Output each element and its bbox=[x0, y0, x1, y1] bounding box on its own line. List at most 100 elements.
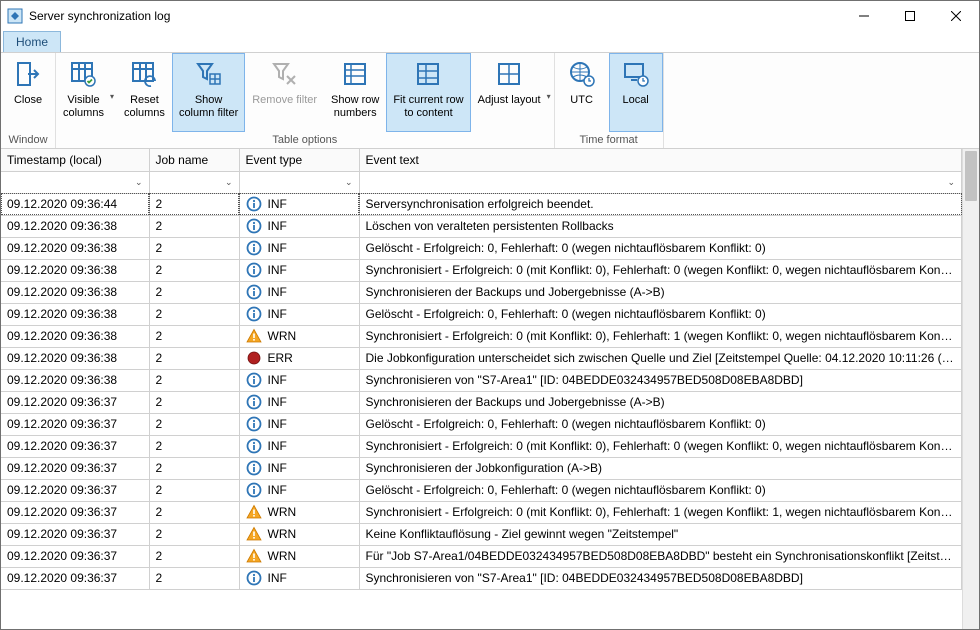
utc-button[interactable]: UTC bbox=[555, 53, 609, 132]
chevron-down-icon: ⌄ bbox=[225, 177, 233, 188]
cell-type: WRN bbox=[239, 545, 359, 567]
table-row[interactable]: 09.12.2020 09:36:372INFSynchronisieren v… bbox=[1, 567, 962, 589]
maximize-button[interactable] bbox=[887, 1, 933, 31]
type-label: WRN bbox=[268, 329, 297, 343]
cell-timestamp: 09.12.2020 09:36:38 bbox=[1, 281, 149, 303]
door-exit-icon bbox=[12, 58, 44, 90]
type-label: WRN bbox=[268, 505, 297, 519]
cell-job: 2 bbox=[149, 259, 239, 281]
grid-check-icon bbox=[67, 58, 99, 90]
type-label: INF bbox=[268, 571, 287, 585]
table-row[interactable]: 09.12.2020 09:36:382INFSynchronisiert - … bbox=[1, 259, 962, 281]
reset-columns-button[interactable]: Reset columns bbox=[117, 53, 172, 132]
cell-job: 2 bbox=[149, 193, 239, 215]
table-row[interactable]: 09.12.2020 09:36:372INFGelöscht - Erfolg… bbox=[1, 413, 962, 435]
cell-timestamp: 09.12.2020 09:36:38 bbox=[1, 259, 149, 281]
cell-type: INF bbox=[239, 479, 359, 501]
visible-columns-button[interactable]: Visible columns bbox=[56, 53, 117, 132]
grid-icon bbox=[493, 58, 525, 90]
table-row[interactable]: 09.12.2020 09:36:372WRNKeine Konfliktauf… bbox=[1, 523, 962, 545]
table-row[interactable]: 09.12.2020 09:36:382INFGelöscht - Erfolg… bbox=[1, 303, 962, 325]
cell-job: 2 bbox=[149, 325, 239, 347]
type-label: ERR bbox=[268, 351, 293, 365]
vertical-scrollbar[interactable] bbox=[962, 149, 979, 629]
inf-icon bbox=[246, 438, 262, 454]
app-icon bbox=[7, 8, 23, 24]
type-label: INF bbox=[268, 285, 287, 299]
cell-job: 2 bbox=[149, 545, 239, 567]
table-row[interactable]: 09.12.2020 09:36:442INFServersynchronisa… bbox=[1, 193, 962, 215]
tab-home[interactable]: Home bbox=[3, 31, 61, 52]
table-row[interactable]: 09.12.2020 09:36:372INFSynchronisieren d… bbox=[1, 457, 962, 479]
ribbon-group-window: Close Window bbox=[1, 53, 56, 148]
table-row[interactable]: 09.12.2020 09:36:382INFSynchronisieren v… bbox=[1, 369, 962, 391]
cell-type: INF bbox=[239, 435, 359, 457]
adjust-layout-button[interactable]: Adjust layout bbox=[471, 53, 554, 132]
inf-icon bbox=[246, 460, 262, 476]
header-type[interactable]: Event type bbox=[239, 149, 359, 171]
log-table: Timestamp (local) Job name Event type Ev… bbox=[1, 149, 962, 590]
err-icon bbox=[246, 350, 262, 366]
wrn-icon bbox=[246, 526, 262, 542]
titlebar: Server synchronization log bbox=[1, 1, 979, 31]
close-label: Close bbox=[14, 94, 42, 107]
cell-job: 2 bbox=[149, 303, 239, 325]
show-column-filter-button[interactable]: Show column filter bbox=[172, 53, 245, 132]
cell-text: Synchronisieren der Jobkonfiguration (A-… bbox=[359, 457, 962, 479]
cell-timestamp: 09.12.2020 09:36:37 bbox=[1, 523, 149, 545]
fit-row-content-button[interactable]: Fit current row to content bbox=[386, 53, 470, 132]
table-row[interactable]: 09.12.2020 09:36:372WRNFür "Job S7-Area1… bbox=[1, 545, 962, 567]
minimize-button[interactable] bbox=[841, 1, 887, 31]
inf-icon bbox=[246, 262, 262, 278]
cell-job: 2 bbox=[149, 457, 239, 479]
header-timestamp[interactable]: Timestamp (local) bbox=[1, 149, 149, 171]
log-grid: Timestamp (local) Job name Event type Ev… bbox=[1, 149, 962, 629]
table-row[interactable]: 09.12.2020 09:36:382INFLöschen von veral… bbox=[1, 215, 962, 237]
type-label: INF bbox=[268, 461, 287, 475]
table-row[interactable]: 09.12.2020 09:36:382ERRDie Jobkonfigurat… bbox=[1, 347, 962, 369]
cell-job: 2 bbox=[149, 347, 239, 369]
cell-job: 2 bbox=[149, 523, 239, 545]
inf-icon bbox=[246, 570, 262, 586]
adjust-layout-label: Adjust layout bbox=[478, 94, 541, 107]
close-window-button[interactable] bbox=[933, 1, 979, 31]
table-row[interactable]: 09.12.2020 09:36:382INFGelöscht - Erfolg… bbox=[1, 237, 962, 259]
local-button[interactable]: Local bbox=[609, 53, 663, 132]
header-job[interactable]: Job name bbox=[149, 149, 239, 171]
cell-text: Gelöscht - Erfolgreich: 0, Fehlerhaft: 0… bbox=[359, 413, 962, 435]
table-row[interactable]: 09.12.2020 09:36:382WRNSynchronisiert - … bbox=[1, 325, 962, 347]
cell-type: INF bbox=[239, 457, 359, 479]
ribbon: Close Window Visible columns Reset colum… bbox=[1, 53, 979, 149]
filter-job[interactable]: ⌄ bbox=[149, 171, 239, 193]
table-row[interactable]: 09.12.2020 09:36:372WRNSynchronisiert - … bbox=[1, 501, 962, 523]
show-row-numbers-button[interactable]: Show row numbers bbox=[324, 53, 386, 132]
filter-type[interactable]: ⌄ bbox=[239, 171, 359, 193]
cell-text: Synchronisieren der Backups und Jobergeb… bbox=[359, 391, 962, 413]
table-row[interactable]: 09.12.2020 09:36:382INFSynchronisieren d… bbox=[1, 281, 962, 303]
inf-icon bbox=[246, 482, 262, 498]
cell-type: INF bbox=[239, 193, 359, 215]
cell-timestamp: 09.12.2020 09:36:37 bbox=[1, 479, 149, 501]
cell-text: Gelöscht - Erfolgreich: 0, Fehlerhaft: 0… bbox=[359, 237, 962, 259]
type-label: INF bbox=[268, 483, 287, 497]
filter-text[interactable]: ⌄ bbox=[359, 171, 962, 193]
filter-timestamp[interactable]: ⌄ bbox=[1, 171, 149, 193]
cell-job: 2 bbox=[149, 567, 239, 589]
inf-icon bbox=[246, 196, 262, 212]
table-row[interactable]: 09.12.2020 09:36:372INFGelöscht - Erfolg… bbox=[1, 479, 962, 501]
scrollbar-thumb[interactable] bbox=[965, 151, 977, 201]
close-button[interactable]: Close bbox=[1, 53, 55, 132]
cell-timestamp: 09.12.2020 09:36:38 bbox=[1, 325, 149, 347]
cell-text: Löschen von veralteten persistenten Roll… bbox=[359, 215, 962, 237]
cell-type: INF bbox=[239, 413, 359, 435]
cell-type: INF bbox=[239, 303, 359, 325]
cell-timestamp: 09.12.2020 09:36:37 bbox=[1, 545, 149, 567]
wrn-icon bbox=[246, 548, 262, 564]
table-row[interactable]: 09.12.2020 09:36:372INFSynchronisiert - … bbox=[1, 435, 962, 457]
table-row[interactable]: 09.12.2020 09:36:372INFSynchronisieren d… bbox=[1, 391, 962, 413]
type-label: INF bbox=[268, 417, 287, 431]
remove-filter-button[interactable]: Remove filter bbox=[245, 53, 324, 132]
header-text[interactable]: Event text bbox=[359, 149, 962, 171]
cell-timestamp: 09.12.2020 09:36:38 bbox=[1, 347, 149, 369]
utc-label: UTC bbox=[570, 94, 593, 107]
